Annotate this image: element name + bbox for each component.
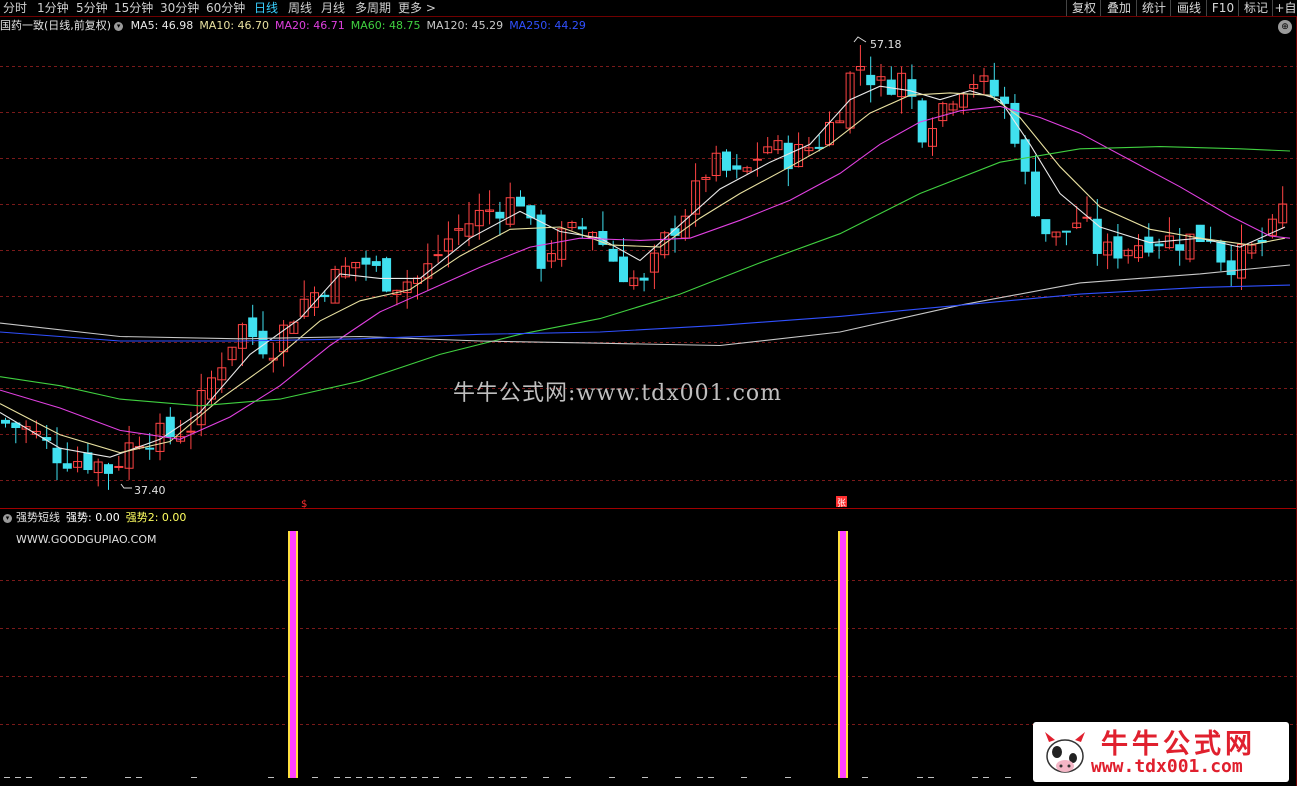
tool-button-2[interactable]: 统计 — [1136, 0, 1171, 16]
indicator-bar-inner — [840, 531, 846, 778]
tool-button-5[interactable]: 标记 — [1238, 0, 1273, 16]
candle-body — [577, 226, 587, 230]
candle-body — [783, 142, 793, 170]
candle-body — [989, 79, 999, 97]
candle-body — [1031, 171, 1040, 217]
candle-body — [361, 257, 371, 265]
candle-body — [866, 74, 876, 86]
high-pointer — [853, 36, 867, 43]
candle-body — [495, 211, 505, 219]
site-logo: 牛牛公式网 www.tdx001.com — [1033, 722, 1289, 782]
tool-button-4[interactable]: F10 — [1206, 0, 1239, 16]
high-price-label: 57.18 — [870, 38, 902, 51]
candle-body — [1020, 139, 1030, 172]
tool-button-3[interactable]: 画线 — [1170, 0, 1207, 16]
candle-body — [732, 165, 742, 170]
ma60-line — [0, 146, 1291, 407]
expand-icon[interactable]: ⊕ — [1278, 20, 1292, 34]
candle-body — [52, 447, 62, 464]
candle-body — [186, 430, 196, 433]
candle-body — [83, 452, 93, 471]
candle-body — [165, 416, 175, 437]
indicator-dropdown-icon[interactable]: ▾ — [3, 513, 12, 523]
candle-body — [639, 277, 649, 281]
candle-body — [1, 419, 10, 424]
candle-body — [1113, 236, 1123, 259]
low-pointer — [120, 483, 132, 489]
ma250-line — [0, 284, 1291, 342]
candle-body — [722, 151, 731, 171]
watermark-text: 牛牛公式网:www.tdx001.com — [453, 381, 783, 406]
candle-body — [1154, 243, 1164, 247]
tool-button-1[interactable]: 叠加 — [1100, 0, 1137, 16]
tool-button-0[interactable]: 复权 — [1066, 0, 1101, 16]
candle-body — [516, 196, 525, 207]
candle-body — [526, 205, 536, 219]
low-price-label: 37.40 — [134, 484, 166, 497]
signal-marker-a: $ — [301, 499, 307, 510]
candle-body — [382, 258, 392, 292]
candle-body — [1216, 241, 1226, 263]
candle-body — [1061, 230, 1071, 233]
indicator-bar-inner — [290, 531, 296, 778]
tool-button-6[interactable]: +自 — [1272, 0, 1297, 16]
indicator-values: 强势: 0.00 强势2: 0.00 — [66, 511, 192, 524]
candle-body — [433, 254, 443, 257]
candle-body — [104, 464, 113, 474]
candle-body — [752, 158, 762, 161]
signal-marker-b: 张 — [837, 498, 846, 509]
cow-mascot-icon — [1045, 732, 1085, 773]
candle-body — [248, 317, 258, 338]
indicator-legend: ▾ 强势短线 强势: 0.00 强势2: 0.00 — [0, 511, 192, 525]
candle-body — [114, 465, 124, 468]
candle-body — [608, 248, 618, 262]
candle-body — [1041, 219, 1051, 235]
candle-body — [1175, 244, 1185, 251]
candle-body — [371, 261, 381, 266]
indicator-value-0: 强势: 0.00 — [66, 511, 120, 524]
candle-body — [1144, 236, 1154, 253]
website-text: WWW.GOODGUPIAO.COM — [16, 533, 157, 546]
candle-body — [1226, 260, 1236, 276]
indicator-name: 强势短线 — [16, 511, 60, 524]
candle-body — [907, 79, 917, 97]
candle-body — [320, 294, 330, 298]
candle-body — [62, 463, 72, 469]
logo-url: www.tdx001.com — [1091, 756, 1243, 777]
candle-body — [145, 447, 155, 450]
candle-body — [619, 256, 628, 283]
indicator-value-1: 强势2: 0.00 — [125, 511, 187, 524]
